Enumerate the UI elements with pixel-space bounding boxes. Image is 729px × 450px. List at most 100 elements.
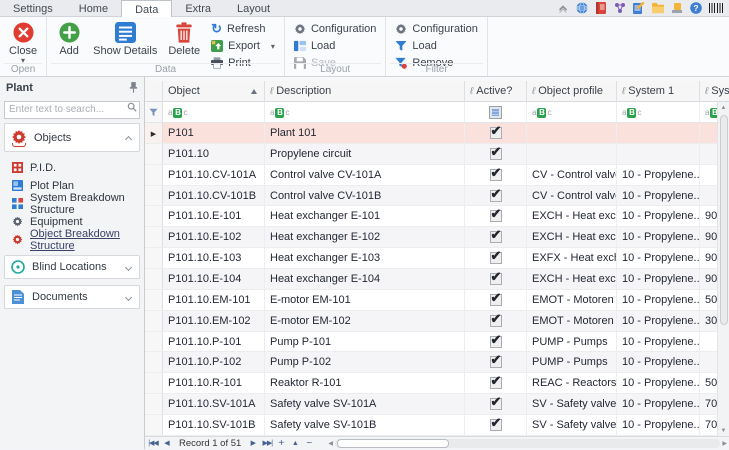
table-row[interactable]: P101.10.CV-101AControl valve CV-101ACV -…: [145, 165, 729, 186]
tab-extra[interactable]: Extra: [172, 0, 224, 16]
help-icon[interactable]: [690, 2, 702, 14]
cell-active[interactable]: [465, 186, 527, 206]
cell-active[interactable]: [465, 373, 527, 393]
active-checkbox[interactable]: [490, 294, 502, 306]
cell-active[interactable]: [465, 165, 527, 185]
cell-system1[interactable]: [617, 144, 700, 164]
cell-object[interactable]: P101.10.R-101: [163, 373, 265, 393]
collapse-ribbon-icon[interactable]: [557, 2, 569, 14]
cell-object[interactable]: P101.10.EM-102: [163, 311, 265, 331]
table-row[interactable]: P101.10.E-101Heat exchanger E-101EXCH - …: [145, 206, 729, 227]
cell-description[interactable]: Reaktor R-101: [265, 373, 465, 393]
scroll-down-icon[interactable]: [718, 425, 729, 436]
active-checkbox[interactable]: [490, 127, 502, 139]
row-indicator[interactable]: [145, 123, 163, 143]
cell-description[interactable]: E-motor EM-101: [265, 290, 465, 310]
cell-profile[interactable]: [527, 144, 617, 164]
cell-description[interactable]: Propylene circuit: [265, 144, 465, 164]
row-indicator[interactable]: [145, 206, 163, 226]
cell-system1[interactable]: 10 - Propylene...: [617, 290, 700, 310]
active-checkbox[interactable]: [490, 398, 502, 410]
row-indicator[interactable]: [145, 227, 163, 247]
filter-cell-object[interactable]: aBc: [163, 102, 265, 122]
cell-description[interactable]: Plant 101: [265, 123, 465, 143]
cell-active[interactable]: [465, 332, 527, 352]
table-row[interactable]: P101.10.E-102Heat exchanger E-102EXCH - …: [145, 227, 729, 248]
cell-system1[interactable]: 10 - Propylene...: [617, 373, 700, 393]
scroll-left-icon[interactable]: [328, 440, 333, 447]
cell-description[interactable]: Control valve CV-101A: [265, 165, 465, 185]
row-indicator[interactable]: [145, 269, 163, 289]
pin-icon[interactable]: [129, 82, 138, 93]
cell-active[interactable]: [465, 394, 527, 414]
table-row[interactable]: P101.10Propylene circuit: [145, 144, 729, 165]
active-checkbox[interactable]: [490, 419, 502, 431]
filter-cell-object-profile[interactable]: aBc: [527, 102, 617, 122]
cell-profile[interactable]: EXCH - Heat excha...: [527, 206, 617, 226]
cell-active[interactable]: [465, 144, 527, 164]
table-row[interactable]: P101.10.P-101Pump P-101PUMP - Pumps10 - …: [145, 332, 729, 353]
folder-icon[interactable]: [652, 2, 664, 14]
active-checkbox[interactable]: [490, 315, 502, 327]
sidebar-search-input[interactable]: [4, 101, 140, 119]
share-nodes-icon[interactable]: [614, 2, 626, 14]
cell-system1[interactable]: 10 - Propylene...: [617, 269, 700, 289]
record-append-button[interactable]: [276, 438, 286, 449]
row-indicator[interactable]: [145, 186, 163, 206]
vertical-scrollbar-thumb[interactable]: [720, 115, 728, 325]
row-indicator[interactable]: [145, 332, 163, 352]
cell-system1[interactable]: 10 - Propylene...: [617, 165, 700, 185]
filter-configuration-button[interactable]: Configuration: [393, 21, 479, 37]
row-indicator[interactable]: [145, 165, 163, 185]
cell-description[interactable]: Safety valve SV-101B: [265, 415, 465, 435]
sidebar-item-object-breakdown-structure[interactable]: Object Breakdown Structure: [12, 232, 140, 247]
table-row[interactable]: P101.10.P-102Pump P-102PUMP - Pumps10 - …: [145, 352, 729, 373]
scroll-right-icon[interactable]: [722, 440, 727, 447]
table-row[interactable]: P101.10.EM-102E-motor EM-102EMOT - Motor…: [145, 311, 729, 332]
cell-active[interactable]: [465, 269, 527, 289]
active-checkbox[interactable]: [490, 231, 502, 243]
show-details-button[interactable]: Show Details: [89, 20, 161, 57]
cell-profile[interactable]: SV - Safety valve: [527, 394, 617, 414]
cell-profile[interactable]: PUMP - Pumps: [527, 332, 617, 352]
table-row[interactable]: P101.10.R-101Reaktor R-101 REAC - Reactor…: [145, 373, 729, 394]
tab-data[interactable]: Data: [121, 0, 172, 17]
cell-profile[interactable]: EMOT - Motoren: [527, 290, 617, 310]
close-button[interactable]: Close: [5, 20, 41, 64]
row-indicator[interactable]: [145, 248, 163, 268]
tab-home[interactable]: Home: [66, 0, 121, 16]
delete-button[interactable]: Delete: [164, 20, 204, 57]
table-row[interactable]: P101.10.CV-101BControl valve CV-101BCV -…: [145, 186, 729, 207]
cell-profile[interactable]: EXFX - Heat excha...: [527, 248, 617, 268]
cell-system1[interactable]: [617, 123, 700, 143]
cell-description[interactable]: Heat exchanger E-101: [265, 206, 465, 226]
column-header-object[interactable]: Object: [163, 81, 265, 101]
layout-load-button[interactable]: Load: [292, 38, 378, 54]
cell-profile[interactable]: REAC - Reactors: [527, 373, 617, 393]
globe-icon[interactable]: [576, 2, 588, 14]
cell-object[interactable]: P101.10.P-102: [163, 352, 265, 372]
layout-configuration-button[interactable]: Configuration: [292, 21, 378, 37]
cell-system1[interactable]: 10 - Propylene...: [617, 186, 700, 206]
table-row[interactable]: P101.10.EM-101E-motor EM-101EMOT - Motor…: [145, 290, 729, 311]
cell-object[interactable]: P101.10.CV-101A: [163, 165, 265, 185]
edit-document-icon[interactable]: [633, 2, 645, 14]
row-indicator[interactable]: [145, 373, 163, 393]
row-indicator[interactable]: [145, 352, 163, 372]
filter-cell-active[interactable]: [465, 102, 527, 122]
cell-profile[interactable]: CV - Control valve: [527, 186, 617, 206]
cell-object[interactable]: P101: [163, 123, 265, 143]
record-delete-button[interactable]: [304, 438, 314, 449]
cell-object[interactable]: P101.10.P-101: [163, 332, 265, 352]
horizontal-scrollbar[interactable]: [328, 438, 729, 449]
record-last-button[interactable]: [262, 438, 272, 449]
filter-load-button[interactable]: Load: [393, 38, 479, 54]
cell-description[interactable]: Safety valve SV-101A: [265, 394, 465, 414]
cell-profile[interactable]: EXCH - Heat excha...: [527, 269, 617, 289]
table-row[interactable]: P101.10.E-103Heat exchanger E-103EXFX - …: [145, 248, 729, 269]
table-row[interactable]: P101.10.SV-101ASafety valve SV-101ASV - …: [145, 394, 729, 415]
sidebar-group-documents[interactable]: Documents: [4, 285, 140, 309]
active-checkbox[interactable]: [490, 252, 502, 264]
record-first-button[interactable]: [148, 438, 158, 449]
add-button[interactable]: Add: [52, 20, 86, 57]
